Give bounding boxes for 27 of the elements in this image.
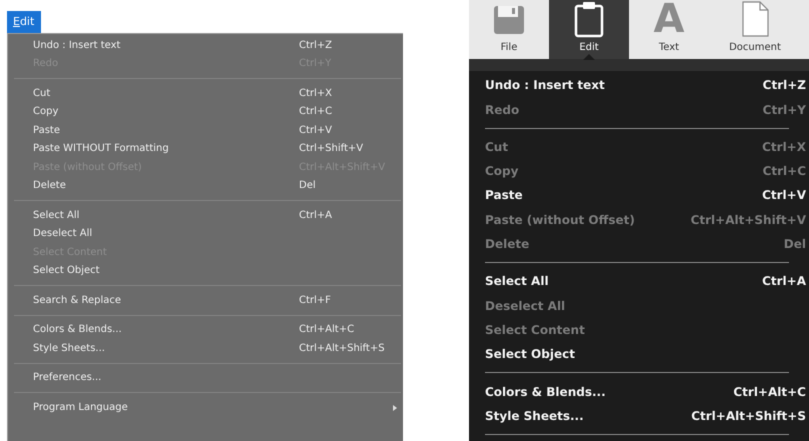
toolbar-tab[interactable]: File [469,0,549,60]
menu-item[interactable]: Style Sheets... Ctrl+Alt+Shift+S [8,339,403,358]
menu-item[interactable]: Select Object [8,262,403,280]
clipboard-icon [572,0,606,38]
menu-item[interactable]: Paste WITHOUT Formatting Ctrl+Shift+V [8,140,403,158]
toolbar-tab[interactable]: Edit [549,0,629,60]
menu-item[interactable]: Paste Ctrl+V [469,183,809,208]
menu-item[interactable]: Colors & Blends... Ctrl+Alt+C [8,320,403,339]
menu-item[interactable]: Program Language [8,398,403,416]
menu-item[interactable]: Select All Ctrl+A [8,206,403,224]
edit-menu-title[interactable]: Edit [7,11,42,33]
menu-item[interactable]: Paste Ctrl+V [8,121,403,140]
menu-item[interactable]: Colors & Blends... Ctrl+Alt+C [469,379,809,404]
menu-item[interactable]: Delete Del [8,176,403,195]
menu-item[interactable]: Undo : Insert text Ctrl+Z [8,36,403,54]
menu-item[interactable]: Search & Replace Ctrl+F [8,291,403,310]
text-tab-glyph: A [654,0,684,38]
menu-item[interactable]: Undo : Insert text Ctrl+Z [469,73,809,98]
menu-item[interactable]: Style Sheets... Ctrl+Alt+Shift+S [469,404,809,428]
menu-item[interactable]: Preferences... [8,368,403,387]
menu-item[interactable]: Cut Ctrl+X [8,84,403,102]
menu-item[interactable]: Copy Ctrl+C [8,102,403,121]
menu-item[interactable]: Select All Ctrl+A [469,269,809,294]
toolbar-tab[interactable]: A Text [629,0,709,60]
menu-item[interactable]: Deselect All [8,224,403,243]
toolbar-tab[interactable]: Document [709,0,801,60]
menu-item[interactable]: Select Object [469,342,809,366]
